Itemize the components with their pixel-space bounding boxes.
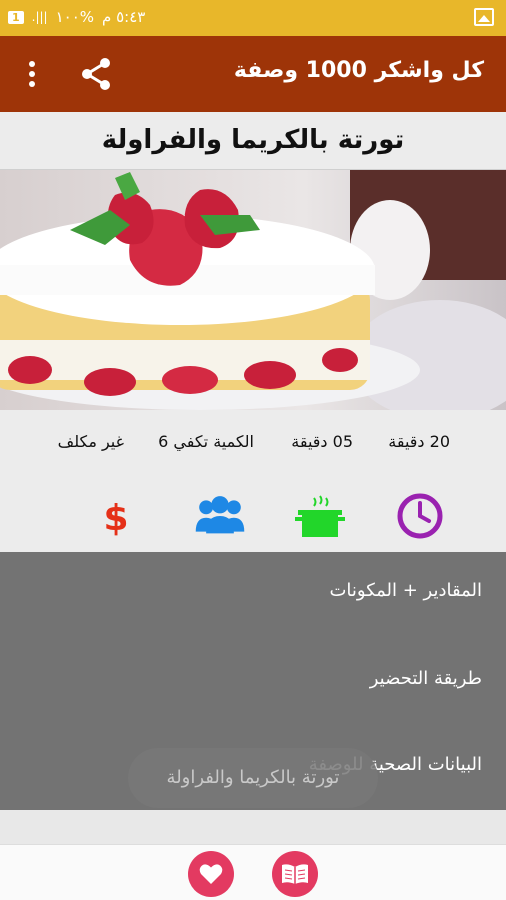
bottom-bar [0, 844, 506, 900]
image-notification-icon [474, 8, 494, 26]
cost-level: غير مكلف [57, 432, 124, 451]
spacer [0, 810, 506, 844]
prep-time: 20 دقيقة [388, 432, 450, 451]
recipe-title: تورتة بالكريما والفراولة [101, 125, 405, 155]
recipe-image [0, 170, 506, 410]
toast-message: تورتة بالكريما والفراولة [128, 748, 378, 808]
status-time: ٥:٤٣ م [102, 8, 146, 26]
svg-text:$: $ [103, 498, 128, 539]
share-icon[interactable] [78, 56, 114, 92]
status-indicators: ٥:٤٣ م %١٠٠ |||. 1 [8, 8, 145, 26]
pot-icon [295, 495, 345, 537]
book-icon [282, 864, 308, 884]
status-bar: ٥:٤٣ م %١٠٠ |||. 1 [0, 0, 506, 36]
servings: الكمية تكفي 6 [158, 432, 254, 451]
heart-icon [199, 864, 223, 884]
cake-illustration [0, 170, 506, 410]
battery-level: %١٠٠ [55, 8, 95, 26]
signal-indicator: |||. [31, 10, 48, 24]
people-icon [195, 496, 245, 534]
clock-icon [397, 493, 443, 539]
app-bar: كل واشكر 1000 وصفة [0, 36, 506, 112]
menu-item-ingredients[interactable]: المقادير + المكونات [329, 580, 482, 601]
recipe-book-button[interactable] [272, 851, 318, 897]
overflow-menu-icon[interactable] [20, 60, 44, 88]
recipe-title-bar: تورتة بالكريما والفراولة [0, 112, 506, 170]
notification-badge: 1 [8, 10, 24, 24]
dollar-icon: $ [103, 498, 128, 539]
cook-time: 05 دقيقة [291, 432, 353, 451]
recipe-stats: 20 دقيقة 05 دقيقة الكمية تكفي 6 غير مكلف… [0, 410, 506, 552]
favorite-button[interactable] [188, 851, 234, 897]
app-title: كل واشكر 1000 وصفة [233, 58, 484, 83]
menu-item-preparation[interactable]: طريقة التحضير [370, 668, 482, 689]
